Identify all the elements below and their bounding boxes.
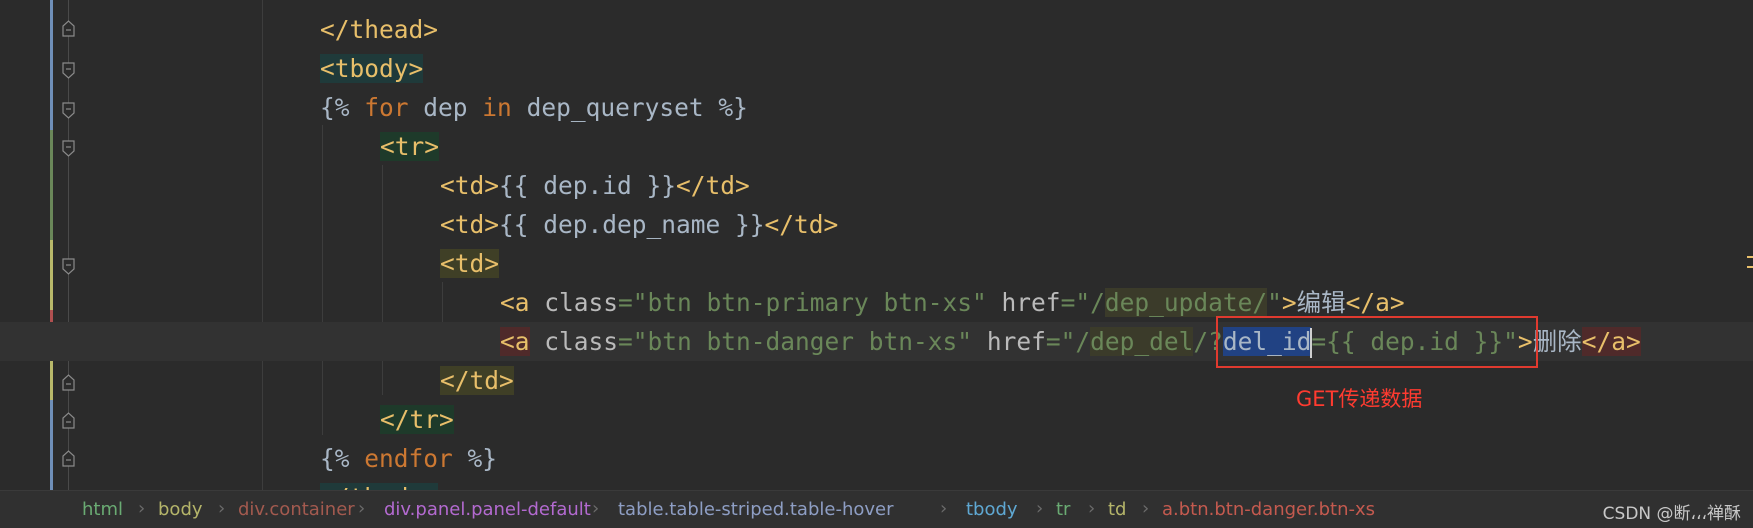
code-token: 删除 [1532,327,1582,356]
breadcrumb-separator-icon: › [1088,498,1096,519]
breadcrumb-item[interactable]: div.panel.panel-default [384,499,591,520]
code-line-content: <td>{{ dep.id }}</td> [440,166,750,205]
error-stripe-marker[interactable] [1747,256,1753,258]
code-token: 编辑 [1296,288,1346,317]
code-token: {% [320,93,365,122]
code-token: href [1001,288,1061,317]
breadcrumb-item[interactable]: td [1108,499,1126,520]
code-line-content: <tr> [380,127,440,166]
code-token: ="btn btn-danger btn-xs" [618,327,987,356]
breadcrumb-item[interactable]: body [158,499,203,520]
code-line[interactable]: <tbody> [0,49,1753,88]
breadcrumb-separator-icon: › [358,498,366,519]
code-line-content: {% endfor %} [320,439,497,478]
code-token: endfor [364,444,453,473]
code-line-content: </td> [440,361,514,400]
breadcrumb-item[interactable]: html [82,499,123,520]
breadcrumb-item[interactable]: a.btn.btn-danger.btn-xs [1162,499,1375,520]
code-line[interactable]: </tr> [0,400,1753,439]
code-line-content: </tbody> [320,478,439,490]
code-token: <td> [440,210,500,239]
code-line[interactable]: {% endfor %} [0,439,1753,478]
code-line-content: <td>{{ dep.dep_name }}</td> [440,205,838,244]
code-line-content: </thead> [320,10,438,49]
code-token: %} [452,444,498,473]
code-token: class [544,288,619,317]
code-token: <a [500,327,530,356]
code-line[interactable]: </thead> [0,10,1753,49]
code-token: dep_del [1090,327,1194,356]
code-line-content: <tbody> [320,49,424,88]
code-token: in [482,93,512,122]
code-token: for [364,93,409,122]
code-editor[interactable]: </thead> <tbody> {% for dep in dep_queryse… [0,0,1753,490]
code-token: <td> [440,171,500,200]
code-token: </thead> [320,15,439,44]
code-token: </tbody> [320,483,439,490]
breadcrumb-separator-icon: › [1142,498,1150,519]
code-line[interactable]: <td>{{ dep.id }}</td> [0,166,1753,205]
code-token: <a [500,288,545,317]
code-token: href [986,327,1046,356]
code-line-content: </tr> [380,400,454,439]
code-token: </td> [676,171,750,200]
breadcrumb-separator-icon: › [940,498,948,519]
code-token: {{ dep.id }} [499,171,677,200]
code-token: ="/ [1060,288,1105,317]
breadcrumb: html › body › div.container › div.panel.panel-… [0,490,1753,528]
annotation-label: GET传递数据 [1296,387,1423,411]
code-token: </td> [440,366,514,395]
code-token: / [1252,288,1268,317]
code-line-content: {% for dep in dep_queryset %} [320,88,748,127]
error-stripe-marker[interactable] [1747,266,1753,268]
breadcrumb-item[interactable]: tbody [966,499,1018,520]
code-token: {{ dep.dep_name }} [499,210,765,239]
breadcrumb-item[interactable]: tr [1056,499,1070,520]
breadcrumb-separator-icon: › [592,498,600,519]
code-token: <td> [440,249,500,278]
code-token: </a> [1581,327,1641,356]
code-token: <tr> [380,132,440,161]
breadcrumb-separator-icon: › [218,498,226,519]
code-area[interactable]: </thead> <tbody> {% for dep in dep_queryse… [0,0,1753,490]
code-token: </a> [1345,288,1405,317]
code-line[interactable]: </tbody> [0,478,1753,490]
code-token: {% [320,444,365,473]
code-token: </td> [764,210,839,239]
code-token: <tbody> [320,54,424,83]
breadcrumb-item[interactable]: table.table-striped.table-hover [618,499,894,520]
breadcrumb-item[interactable]: div.container [238,499,355,520]
code-token: dep_queryset %} [511,93,748,122]
breadcrumb-separator-icon: › [1036,498,1044,519]
code-line-content: <td> [440,244,500,283]
code-token: class [544,327,619,356]
code-line[interactable]: <td> [0,244,1753,283]
code-token: " [1267,288,1282,317]
code-token: </tr> [380,405,454,434]
watermark: CSDN @断،،،禅酥 [1602,504,1741,524]
annotation-highlight-box [1216,316,1538,368]
code-token: dep_update [1104,288,1253,317]
code-line[interactable]: <tr> [0,127,1753,166]
code-line[interactable]: <td>{{ dep.dep_name }}</td> [0,205,1753,244]
code-token: ="btn btn-primary btn-xs" [618,288,1002,317]
code-token: ="/ [1045,327,1091,356]
breadcrumb-separator-icon: › [138,498,146,519]
code-token: > [1281,288,1297,317]
code-token: dep [408,93,483,122]
code-token: / [1193,327,1209,356]
code-line[interactable]: {% for dep in dep_queryset %} [0,88,1753,127]
